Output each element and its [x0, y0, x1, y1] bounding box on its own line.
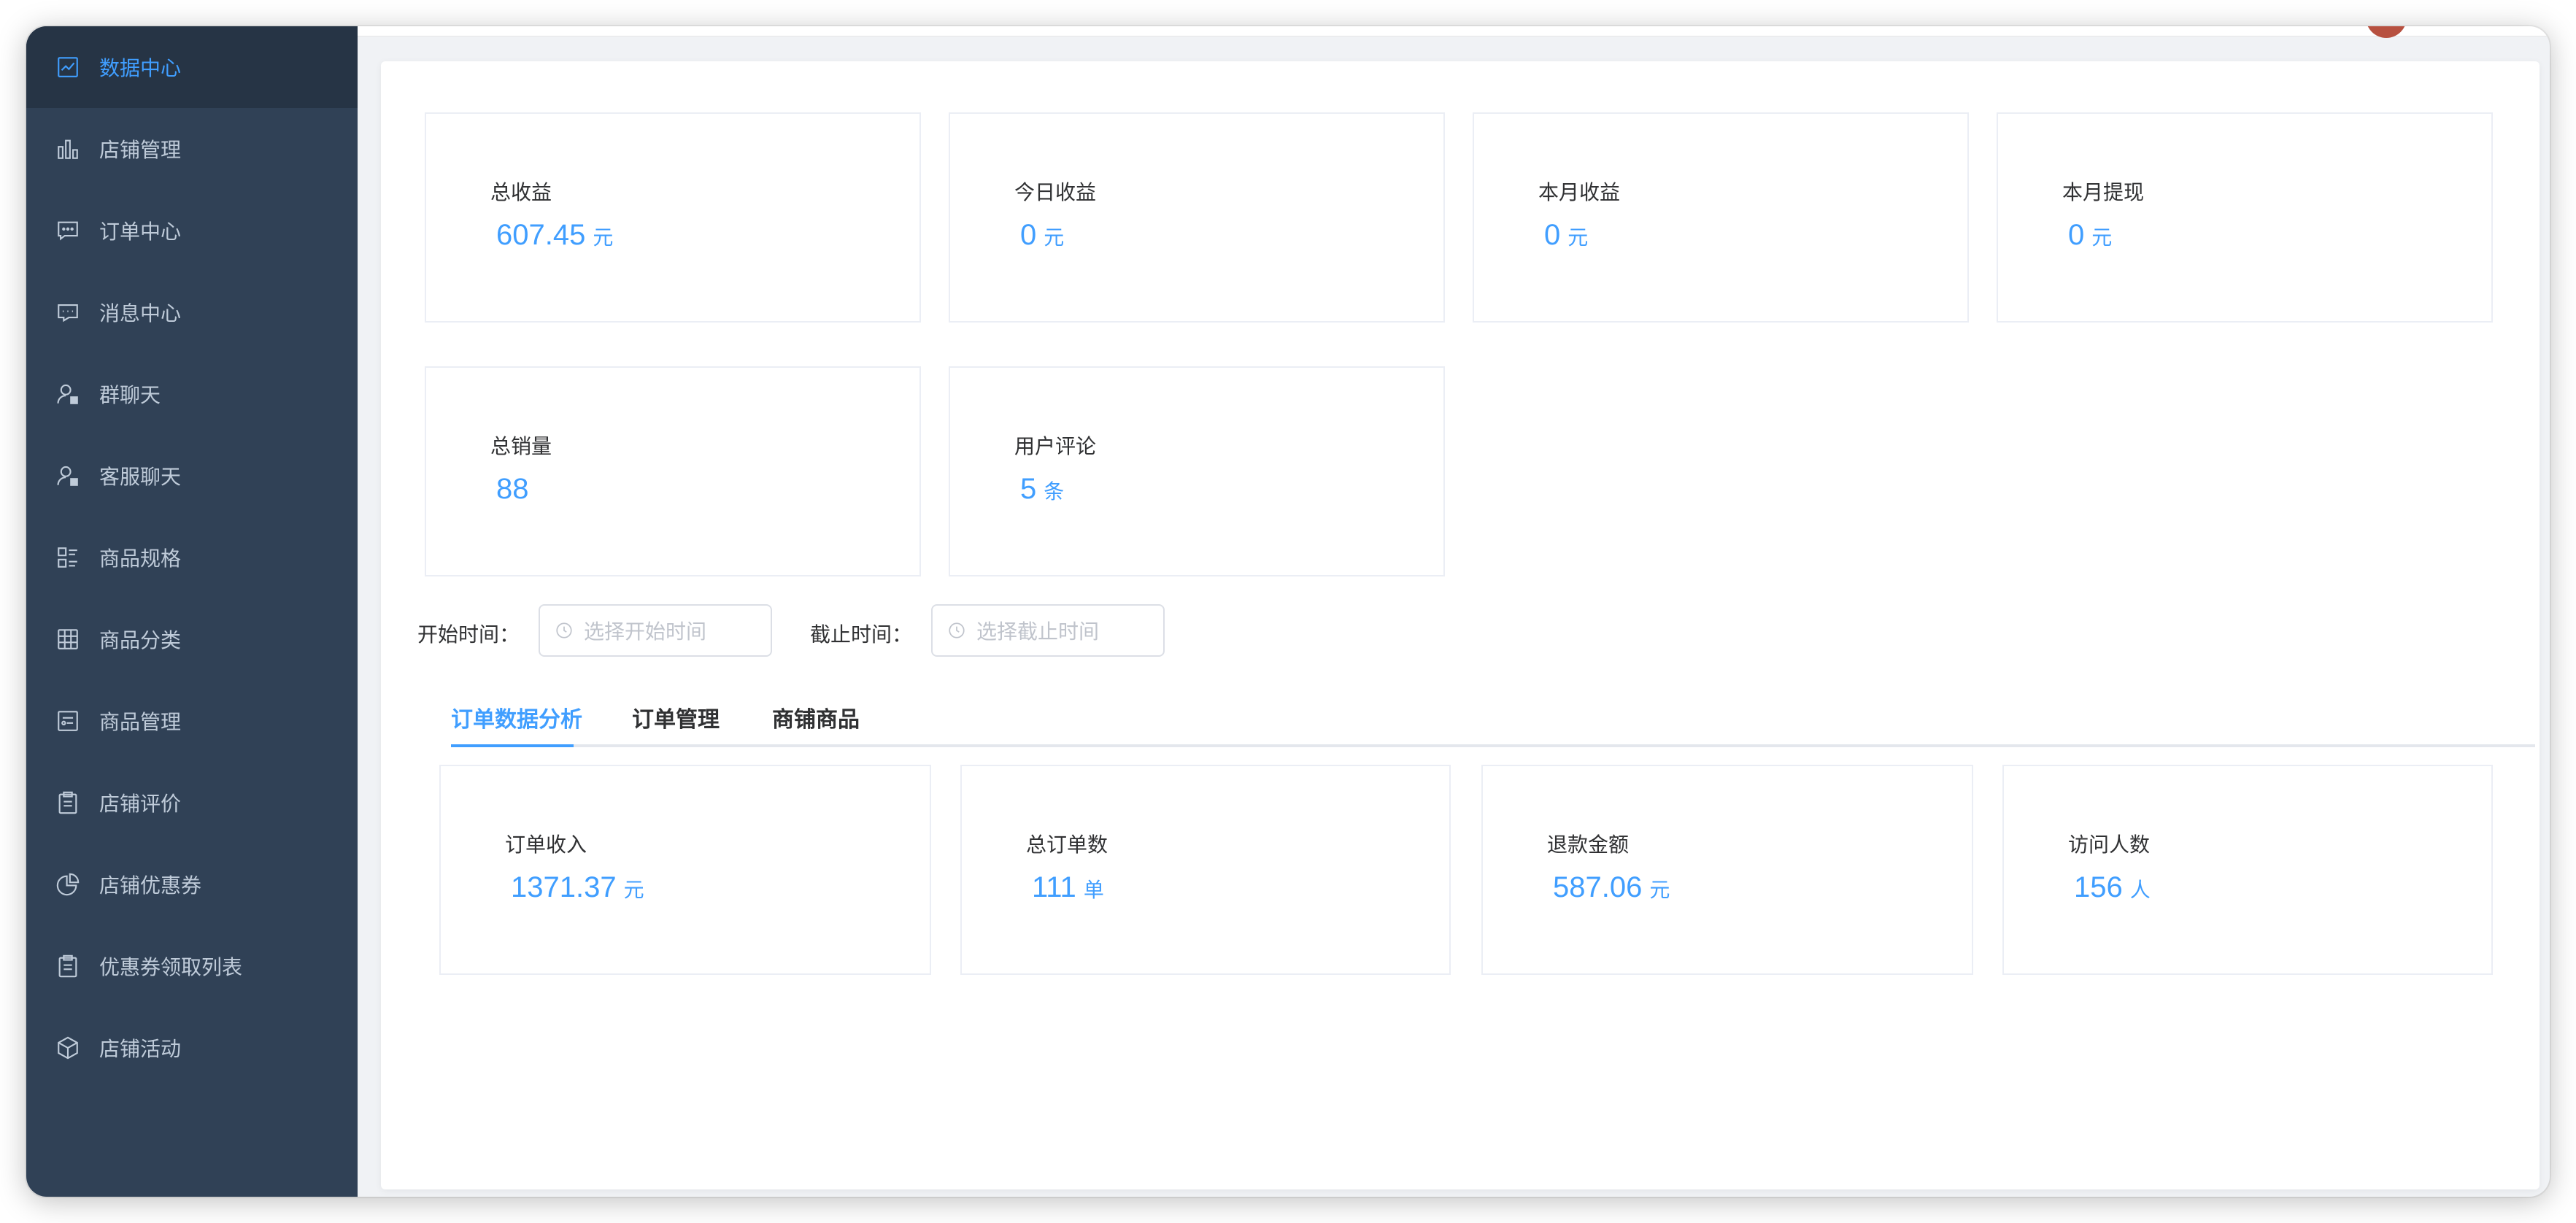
- stat-card-month-withdrawal: 本月提现 0元: [1997, 112, 2493, 323]
- sidebar-item-label: 客服聊天: [99, 466, 182, 488]
- app-window: 数据中心 店铺管理 订单中心 消息中心 群聊天 客服聊天 商品规格 商品分类 商…: [26, 26, 2550, 1197]
- end-date-placeholder: 选择截止时间: [976, 620, 1100, 643]
- stat-value: 0元: [2068, 219, 2113, 251]
- sidebar-item-data-center[interactable]: 数据中心: [26, 26, 358, 108]
- clock-icon: [556, 622, 572, 638]
- chat-bubble-icon: [55, 218, 80, 243]
- grid-icon: [55, 627, 80, 652]
- sidebar-item-group-chat[interactable]: 群聊天: [26, 353, 358, 435]
- sidebar-item-label: 消息中心: [99, 302, 182, 325]
- sidebar-item-label: 商品管理: [99, 711, 182, 733]
- tab-store-products[interactable]: 商铺商品: [772, 705, 860, 747]
- sidebar-item-label: 订单中心: [99, 220, 182, 243]
- bar-chart-icon: [55, 136, 80, 161]
- pie-chart-icon: [55, 872, 80, 897]
- sidebar: 数据中心 店铺管理 订单中心 消息中心 群聊天 客服聊天 商品规格 商品分类 商…: [26, 26, 358, 1197]
- stat-value: 111 单: [1032, 871, 1104, 903]
- stat-card-user-reviews: 用户评论 5条: [949, 366, 1445, 576]
- sidebar-item-coupon-claims[interactable]: 优惠券领取列表: [26, 925, 358, 1007]
- tab-order-analysis[interactable]: 订单数据分析: [451, 705, 582, 747]
- stat-title: 用户评论: [1014, 435, 1097, 458]
- chart-line-icon: [55, 55, 80, 80]
- stat-value: 0元: [1020, 219, 1065, 251]
- order-stat-card-income: 订单收入 1371.37 元: [439, 765, 931, 975]
- sidebar-item-label: 优惠券领取列表: [99, 956, 243, 979]
- sidebar-item-label: 店铺评价: [99, 792, 182, 815]
- sidebar-item-store-reviews[interactable]: 店铺评价: [26, 762, 358, 844]
- end-date-picker[interactable]: 选择截止时间: [931, 604, 1165, 657]
- top-bar: [358, 26, 2550, 38]
- stat-value: 0元: [1544, 219, 1589, 251]
- stat-value: 1371.37 元: [511, 871, 644, 903]
- sidebar-item-store-coupons[interactable]: 店铺优惠券: [26, 844, 358, 925]
- start-date-placeholder: 选择开始时间: [584, 620, 707, 643]
- start-time-label: 开始时间：: [417, 623, 520, 646]
- stat-title: 本月收益: [1538, 181, 1621, 204]
- stat-card-total-sales: 总销量 88: [425, 366, 921, 576]
- sidebar-item-product-category[interactable]: 商品分类: [26, 598, 358, 680]
- stat-title: 退款金额: [1547, 833, 1630, 856]
- sidebar-item-message-center[interactable]: 消息中心: [26, 271, 358, 353]
- order-stat-card-total-orders: 总订单数 111 单: [960, 765, 1451, 975]
- stat-value: 88: [496, 473, 529, 505]
- stat-title: 访问人数: [2068, 833, 2151, 856]
- sidebar-item-customer-chat[interactable]: 客服聊天: [26, 435, 358, 517]
- message-icon: [55, 300, 80, 325]
- user-icon: [55, 382, 80, 406]
- stat-title: 总订单数: [1026, 833, 1108, 856]
- clipboard-icon: [55, 790, 80, 815]
- clipboard-icon: [55, 954, 80, 979]
- stat-card-total-revenue: 总收益 607.45 元: [425, 112, 921, 323]
- start-date-picker[interactable]: 选择开始时间: [539, 604, 772, 657]
- sidebar-item-store-activities[interactable]: 店铺活动: [26, 1007, 358, 1089]
- stat-title: 本月提现: [2062, 181, 2145, 204]
- sidebar-item-label: 店铺活动: [99, 1038, 182, 1060]
- order-stat-card-refund-amount: 退款金额 587.06 元: [1481, 765, 1973, 975]
- list-icon: [55, 545, 80, 570]
- card-icon: [55, 709, 80, 733]
- stat-title: 今日收益: [1014, 181, 1097, 204]
- sidebar-item-product-management[interactable]: 商品管理: [26, 680, 358, 762]
- sidebar-item-label: 商品分类: [99, 629, 182, 652]
- stat-value: 587.06 元: [1553, 871, 1670, 903]
- stat-card-today-revenue: 今日收益 0元: [949, 112, 1445, 323]
- stat-value: 5条: [1020, 473, 1065, 505]
- tab-bar: 订单数据分析 订单管理 商铺商品: [451, 705, 2535, 747]
- sidebar-item-label: 店铺优惠券: [99, 874, 202, 897]
- stat-card-month-revenue: 本月收益 0元: [1473, 112, 1969, 323]
- tab-divider: [451, 744, 2535, 747]
- clock-icon: [949, 622, 965, 638]
- sidebar-item-order-center[interactable]: 订单中心: [26, 190, 358, 271]
- tab-order-management[interactable]: 订单管理: [632, 705, 720, 747]
- sidebar-item-label: 群聊天: [99, 384, 161, 406]
- avatar[interactable]: [2366, 26, 2407, 38]
- sidebar-item-label: 店铺管理: [99, 139, 182, 161]
- stat-title: 总销量: [490, 435, 552, 458]
- box-icon: [55, 1035, 80, 1060]
- sidebar-item-label: 数据中心: [99, 57, 182, 80]
- sidebar-item-product-specs[interactable]: 商品规格: [26, 517, 358, 598]
- stat-title: 订单收入: [505, 833, 587, 856]
- stat-title: 总收益: [490, 181, 552, 204]
- user-icon: [55, 463, 80, 488]
- sidebar-item-label: 商品规格: [99, 547, 182, 570]
- stat-value: 607.45 元: [496, 219, 614, 251]
- sidebar-item-store-management[interactable]: 店铺管理: [26, 108, 358, 190]
- order-stat-card-visitors: 访问人数 156 人: [2002, 765, 2493, 975]
- end-time-label: 截止时间：: [810, 623, 913, 646]
- stat-value: 156 人: [2074, 871, 2151, 903]
- tab-active-indicator: [451, 744, 574, 747]
